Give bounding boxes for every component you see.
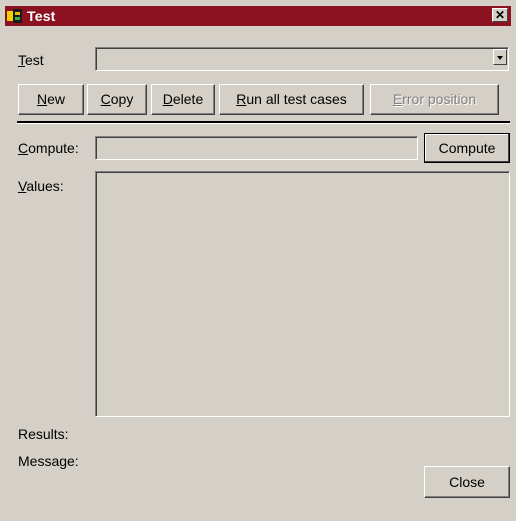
new-button[interactable]: New xyxy=(18,84,84,115)
chevron-down-icon[interactable] xyxy=(493,49,507,65)
delete-button[interactable]: Delete xyxy=(151,84,215,115)
compute-input[interactable] xyxy=(95,136,418,160)
values-textarea[interactable] xyxy=(95,171,510,417)
test-dropdown[interactable] xyxy=(95,47,509,71)
window-title: Test xyxy=(27,8,56,24)
title-bar[interactable]: Test ✕ xyxy=(5,6,511,26)
values-label: Values: xyxy=(18,178,64,194)
app-icon xyxy=(7,9,23,23)
run-all-test-cases-button[interactable]: Run all test cases xyxy=(219,84,364,115)
results-label: Results: xyxy=(18,426,69,442)
compute-button[interactable]: Compute xyxy=(424,133,510,163)
close-icon[interactable]: ✕ xyxy=(492,8,508,22)
compute-label: Compute: xyxy=(18,140,79,156)
close-button[interactable]: Close xyxy=(424,466,510,498)
test-label: Test xyxy=(18,52,44,68)
test-window: Test ✕ Test New Copy Delete Run all test… xyxy=(0,0,516,521)
copy-button[interactable]: Copy xyxy=(87,84,147,115)
error-position-button[interactable]: Error position xyxy=(370,84,499,115)
message-label: Message: xyxy=(18,453,79,469)
